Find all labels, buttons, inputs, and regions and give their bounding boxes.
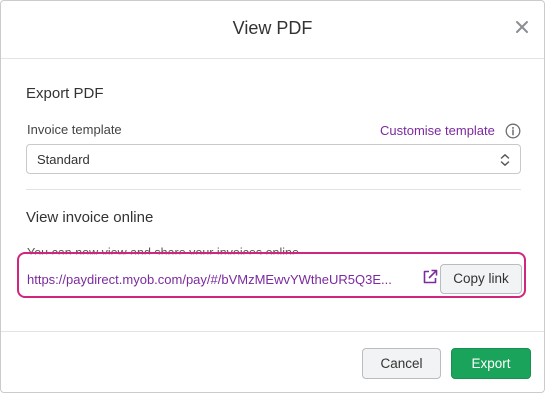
customise-template-link[interactable]: Customise template xyxy=(380,123,495,138)
dialog-header: View PDF xyxy=(1,1,544,59)
dialog-title: View PDF xyxy=(232,18,313,38)
invoice-template-select[interactable]: Standard xyxy=(26,144,521,174)
info-icon[interactable] xyxy=(505,123,521,139)
section-divider xyxy=(26,189,521,190)
cancel-button[interactable]: Cancel xyxy=(362,348,441,379)
export-button[interactable]: Export xyxy=(451,348,531,379)
updown-chevron-icon xyxy=(500,153,510,167)
invoice-template-value: Standard xyxy=(37,152,90,167)
close-icon[interactable] xyxy=(514,19,530,35)
dialog-footer: Cancel Export xyxy=(1,331,544,393)
external-link-icon[interactable] xyxy=(422,269,438,285)
invoice-online-url[interactable]: https://paydirect.myob.com/pay/#/bVMzMEw… xyxy=(27,272,422,287)
view-pdf-dialog: View PDF Export PDF Invoice template Cus… xyxy=(0,0,545,393)
invoice-template-label: Invoice template xyxy=(27,122,122,137)
view-invoice-online-heading: View invoice online xyxy=(26,209,154,226)
export-pdf-heading: Export PDF xyxy=(26,85,104,102)
dialog-body: Export PDF Invoice template Customise te… xyxy=(1,59,544,331)
copy-link-button[interactable]: Copy link xyxy=(440,264,522,294)
